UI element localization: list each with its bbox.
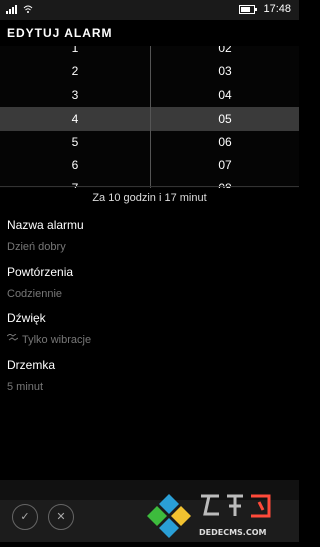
cancel-icon[interactable]: ✕: [48, 504, 74, 530]
vibrate-icon: [7, 334, 18, 341]
watermark-text: DEDECMS.COM: [199, 528, 267, 537]
snooze-field[interactable]: Drzemka 5 minut: [7, 358, 55, 393]
minute-option[interactable]: 07: [150, 154, 299, 177]
sound-field[interactable]: Dźwięk Tylko wibracje: [7, 311, 91, 346]
status-time: 17:48: [263, 3, 291, 15]
alarm-name-label: Nazwa alarmu: [7, 218, 84, 232]
hour-option[interactable]: 5: [0, 131, 150, 154]
snooze-value[interactable]: 5 minut: [7, 381, 55, 393]
sound-label: Dźwięk: [7, 311, 46, 325]
save-icon[interactable]: ✓: [12, 504, 38, 530]
status-bar: 17:48: [0, 0, 299, 20]
hour-option[interactable]: 4: [0, 108, 150, 131]
hour-option[interactable]: 2: [0, 60, 150, 83]
snooze-label: Drzemka: [7, 358, 56, 372]
sound-value-row[interactable]: Tylko wibracje: [7, 334, 91, 346]
hour-option[interactable]: 1: [0, 46, 150, 60]
minute-option[interactable]: 06: [150, 131, 299, 154]
alarm-name-field[interactable]: Nazwa alarmu Dzień dobry: [7, 218, 84, 253]
signal-strength-icon: [6, 4, 17, 14]
repeat-field[interactable]: Powtórzenia Codziennie: [7, 265, 73, 300]
hour-picker-column[interactable]: 1234567: [0, 46, 150, 188]
watermark-logo: DEDECMS.COM: [139, 482, 299, 542]
picker-bottom-border: [0, 186, 299, 187]
minute-option[interactable]: 02: [150, 46, 299, 60]
sound-value: Tylko wibracje: [22, 334, 92, 346]
wifi-icon: [23, 5, 33, 13]
minute-option[interactable]: 03: [150, 60, 299, 83]
alarm-name-input[interactable]: Dzień dobry: [7, 241, 84, 253]
repeat-value[interactable]: Codziennie: [7, 288, 73, 300]
minute-option[interactable]: 05: [150, 108, 299, 131]
hour-option[interactable]: 6: [0, 154, 150, 177]
repeat-label: Powtórzenia: [7, 265, 74, 279]
time-picker[interactable]: 1234567 02 03 04 05 06 07 08: [0, 46, 299, 188]
battery-icon: [239, 4, 258, 14]
minute-option[interactable]: 04: [150, 84, 299, 107]
minute-picker-column[interactable]: 02 03 04 05 06 07 08: [150, 46, 299, 188]
hour-option[interactable]: 3: [0, 84, 150, 107]
page-title: EDYTUJ ALARM: [7, 26, 113, 40]
alarm-summary: Za 10 godzin i 17 minut: [92, 192, 207, 204]
